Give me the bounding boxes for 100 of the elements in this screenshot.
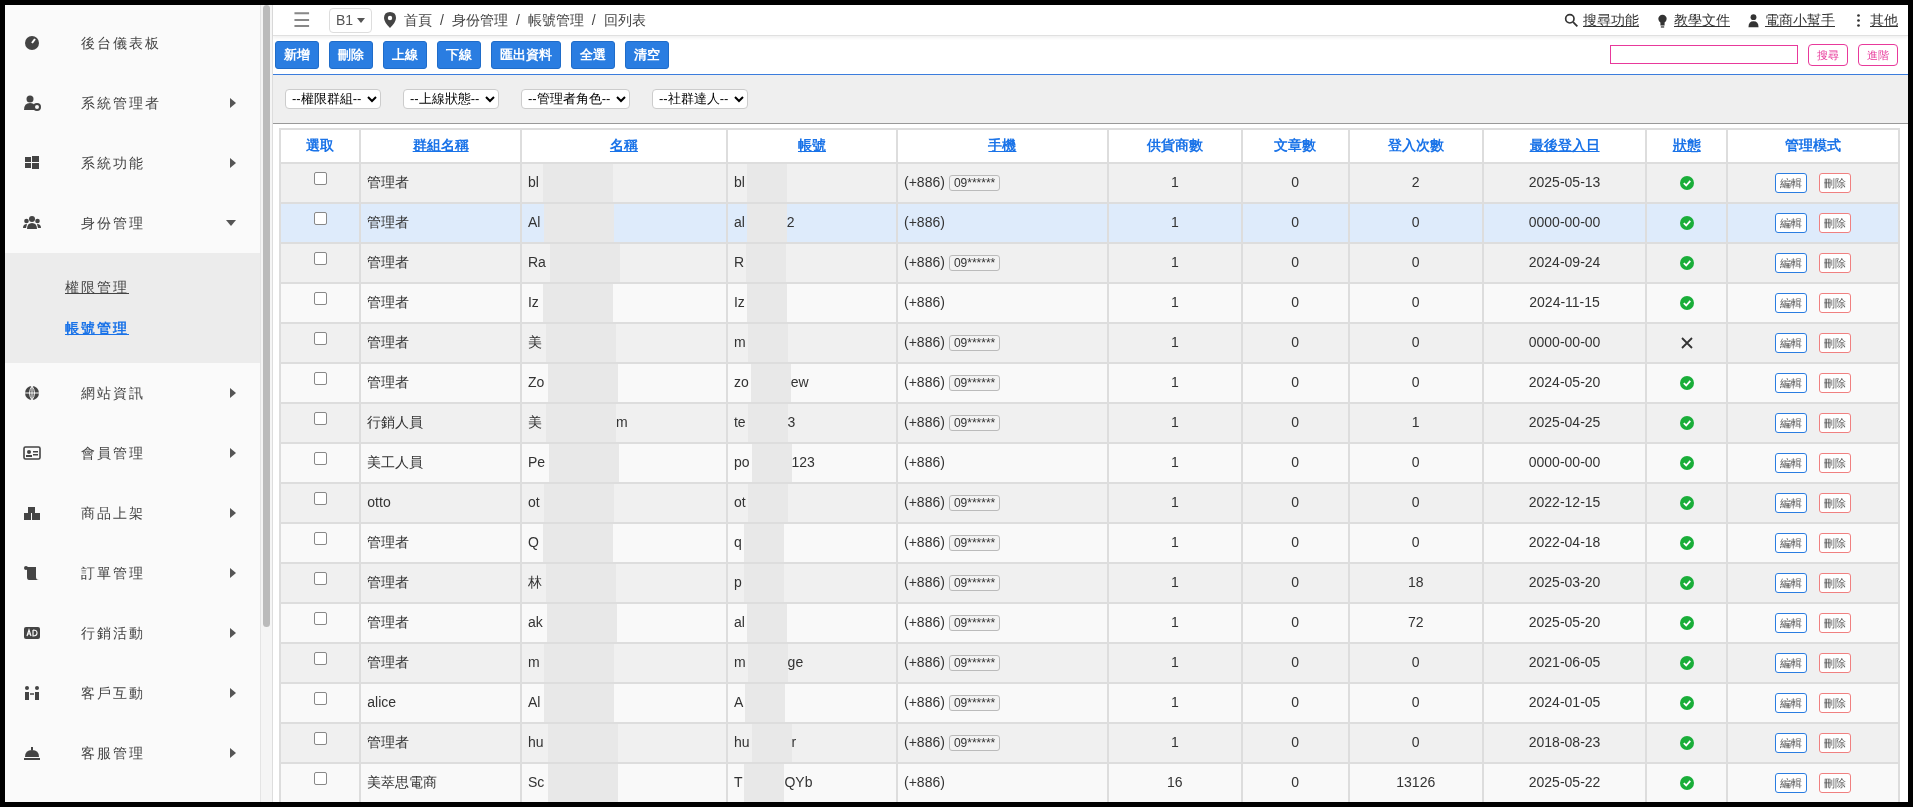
checkbox[interactable] [313, 331, 327, 345]
submenu-item[interactable]: 權限管理 [5, 267, 260, 308]
toolbar-button[interactable]: 刪除 [329, 41, 373, 69]
sidebar-item[interactable]: 商品上架 [5, 483, 260, 543]
toolbar-button[interactable]: 全選 [571, 41, 615, 69]
edit-button[interactable]: 編輯 [1774, 692, 1807, 714]
sort-link[interactable]: 群組名稱 [412, 137, 469, 153]
table-row[interactable]: 行銷人員 美 m te 3 (+886) 09****** 1 0 1 2025-04-25 編輯 刪除 [280, 402, 1899, 443]
delete-button[interactable]: 刪除 [1818, 612, 1851, 634]
checkbox[interactable] [313, 411, 327, 425]
delete-button[interactable]: 刪除 [1818, 732, 1851, 754]
table-row[interactable]: 管理者 林 p (+886) 09****** 1 0 18 2025-03-20 編輯 刪除 [280, 562, 1899, 603]
checkbox[interactable] [313, 171, 327, 185]
delete-button[interactable]: 刪除 [1818, 572, 1851, 594]
delete-button[interactable]: 刪除 [1818, 292, 1851, 314]
delete-button[interactable]: 刪除 [1818, 252, 1851, 274]
delete-button[interactable]: 刪除 [1818, 332, 1851, 354]
header-link[interactable]: 電商小幫手 [1746, 9, 1835, 31]
table-row[interactable]: 管理者 Al al 2 (+886) 1 0 0 0000-00-00 編輯 刪除 [280, 202, 1899, 243]
toolbar-button[interactable]: 新增 [275, 41, 319, 69]
header-link[interactable]: 搜尋功能 [1564, 9, 1639, 31]
delete-button[interactable]: 刪除 [1818, 532, 1851, 554]
edit-button[interactable]: 編輯 [1774, 572, 1807, 594]
edit-button[interactable]: 編輯 [1774, 492, 1807, 514]
filter-select[interactable]: --社群達人-- [652, 88, 748, 109]
breadcrumb-link[interactable]: 身份管理 [451, 9, 508, 31]
table-row[interactable]: 美工人員 Pe po 123 (+886) 1 0 0 0000-00-00 編輯 刪除 [280, 442, 1899, 483]
sidebar-item[interactable]: 會員管理 [5, 423, 260, 483]
sidebar-item[interactable]: 客戶互動 [5, 663, 260, 723]
toolbar-button[interactable]: 清空 [625, 41, 669, 69]
toolbar-button[interactable]: 上線 [383, 41, 427, 69]
table-row[interactable]: 管理者 hu hu r (+886) 09****** 1 0 0 2018-08-23 編輯 刪除 [280, 722, 1899, 763]
edit-button[interactable]: 編輯 [1774, 452, 1807, 474]
sort-link[interactable]: 手機 [988, 137, 1017, 153]
breadcrumb-link[interactable]: 回列表 [603, 9, 646, 31]
edit-button[interactable]: 編輯 [1774, 732, 1807, 754]
sort-link[interactable]: 名稱 [609, 137, 638, 153]
sort-link[interactable]: 帳號 [797, 137, 826, 153]
edit-button[interactable]: 編輯 [1774, 532, 1807, 554]
delete-button[interactable]: 刪除 [1818, 692, 1851, 714]
checkbox[interactable] [313, 571, 327, 585]
delete-button[interactable]: 刪除 [1818, 412, 1851, 434]
delete-button[interactable]: 刪除 [1818, 452, 1851, 474]
delete-button[interactable]: 刪除 [1818, 652, 1851, 674]
store-select[interactable]: B1 [328, 7, 373, 33]
delete-button[interactable]: 刪除 [1818, 492, 1851, 514]
edit-button[interactable]: 編輯 [1774, 172, 1807, 194]
filter-select[interactable]: --上線狀態-- [403, 88, 499, 109]
table-row[interactable]: 管理者 bl bl (+886) 09****** 1 0 2 2025-05-13 編輯 刪除 [280, 162, 1899, 203]
edit-button[interactable]: 編輯 [1774, 652, 1807, 674]
sidebar-item[interactable]: 身份管理 [5, 193, 260, 253]
edit-button[interactable]: 編輯 [1774, 212, 1807, 234]
header-link[interactable]: 教學文件 [1655, 9, 1730, 31]
sidebar-item[interactable]: 客服管理 [5, 723, 260, 783]
table-row[interactable]: 管理者 Iz Iz (+886) 1 0 0 2024-11-15 編輯 刪除 [280, 282, 1899, 323]
edit-button[interactable]: 編輯 [1774, 252, 1807, 274]
table-row[interactable]: 管理者 Zo zo ew (+886) 09****** 1 0 0 2024-05-20 編輯 刪除 [280, 362, 1899, 403]
table-row[interactable]: alice Al A (+886) 09****** 1 0 0 2024-01-05 編輯 刪除 [280, 682, 1899, 723]
edit-button[interactable]: 編輯 [1774, 772, 1807, 794]
toolbar-button[interactable]: 下線 [437, 41, 481, 69]
breadcrumb-link[interactable]: 帳號管理 [527, 9, 584, 31]
table-row[interactable]: 管理者 m m ge (+886) 09****** 1 0 0 2021-06-05 編輯 刪除 [280, 642, 1899, 683]
header-link[interactable]: 其他 [1851, 9, 1898, 31]
edit-button[interactable]: 編輯 [1774, 372, 1807, 394]
sidebar-item[interactable]: 行銷活動 [5, 603, 260, 663]
edit-button[interactable]: 編輯 [1774, 612, 1807, 634]
checkbox[interactable] [313, 251, 327, 265]
table-row[interactable]: 管理者 Ra R (+886) 09****** 1 0 0 2024-09-24 編輯 刪除 [280, 242, 1899, 283]
delete-button[interactable]: 刪除 [1818, 372, 1851, 394]
sidebar-item[interactable]: 系統功能 [5, 133, 260, 193]
checkbox[interactable] [313, 211, 327, 225]
checkbox[interactable] [313, 491, 327, 505]
sidebar-item[interactable]: 系統管理者 [5, 73, 260, 133]
scrollbar[interactable] [260, 5, 272, 802]
sidebar-item[interactable]: 訂單管理 [5, 543, 260, 603]
sidebar-item[interactable]: 網站資訊 [5, 363, 260, 423]
advanced-button[interactable]: 進階 [1858, 43, 1898, 66]
checkbox[interactable] [313, 651, 327, 665]
table-row[interactable]: 管理者 Q q (+886) 09****** 1 0 0 2022-04-18 編輯 刪除 [280, 522, 1899, 563]
table-row[interactable]: 管理者 ak al (+886) 09****** 1 0 72 2025-05-20 編輯 刪除 [280, 602, 1899, 643]
delete-button[interactable]: 刪除 [1818, 772, 1851, 794]
checkbox[interactable] [313, 291, 327, 305]
filter-select[interactable]: --權限群組-- [285, 88, 381, 109]
checkbox[interactable] [313, 611, 327, 625]
breadcrumb-link[interactable]: 首頁 [404, 9, 433, 31]
edit-button[interactable]: 編輯 [1774, 412, 1807, 434]
submenu-item[interactable]: 帳號管理 [5, 308, 260, 349]
menu-icon[interactable]: ☰ [293, 5, 311, 35]
filter-select[interactable]: --管理者角色-- [521, 88, 630, 109]
search-field[interactable] [1610, 45, 1798, 65]
edit-button[interactable]: 編輯 [1774, 332, 1807, 354]
delete-button[interactable]: 刪除 [1818, 172, 1851, 194]
table-row[interactable]: 管理者 美 m (+886) 09****** 1 0 0 0000-00-00 編輯 刪除 [280, 322, 1899, 363]
toolbar-button[interactable]: 匯出資料 [491, 41, 561, 69]
checkbox[interactable] [313, 451, 327, 465]
table-row[interactable]: otto ot ot (+886) 09****** 1 0 0 2022-12-15 編輯 刪除 [280, 482, 1899, 523]
table-row[interactable]: 美萃思電商 Sc T QYb (+886) 16 0 13126 2025-05-22 編輯 刪除 [280, 762, 1899, 802]
checkbox[interactable] [313, 731, 327, 745]
checkbox[interactable] [313, 771, 327, 785]
delete-button[interactable]: 刪除 [1818, 212, 1851, 234]
